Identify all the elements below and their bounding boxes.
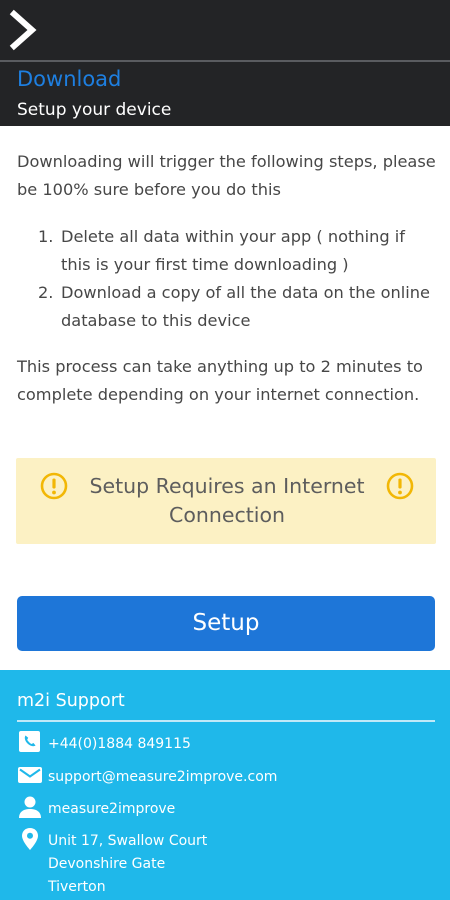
footer-title: m2i Support [17,691,125,711]
map-pin-icon [22,828,38,850]
warning-text: Setup Requires an Internet Connection [89,474,365,527]
process-note: This process can take anything up to 2 m… [17,357,423,404]
support-footer: m2i Support +44(0)1884 849115 support@me… [0,670,450,900]
top-bar [0,0,450,60]
footer-divider [17,720,435,722]
chevron-right-icon[interactable] [8,8,40,52]
list-item: 1. Delete all data within your app ( not… [17,223,437,279]
page-title: Download [17,67,122,91]
envelope-icon [18,767,42,783]
internet-warning: Setup Requires an Internet Connection [16,458,436,544]
address: Unit 17, Swallow Court Devonshire Gate T… [48,830,207,899]
phone-number: +44(0)1884 849115 [48,736,191,752]
intro-text: Downloading will trigger the following s… [17,152,436,199]
step-text: Download a copy of all the data on the o… [61,283,431,330]
exclamation-circle-icon [386,472,414,500]
username: measure2improve [48,801,176,817]
user-icon [19,796,41,818]
step-number: 1. [38,227,54,246]
setup-button[interactable]: Setup [17,596,435,651]
phone-icon [19,731,40,752]
list-item: 2. Download a copy of all the data on th… [17,279,437,335]
step-number: 2. [38,283,54,302]
step-text: Delete all data within your app ( nothin… [61,227,406,274]
email-address: support@measure2improve.com [48,769,278,785]
page-header: Download Setup your device [0,60,450,126]
steps-list: 1. Delete all data within your app ( not… [17,223,437,335]
address-line: Unit 17, Swallow Court [48,833,208,849]
address-line: Tiverton [48,879,106,895]
address-line: Devonshire Gate [48,856,166,872]
instructions: Downloading will trigger the following s… [17,148,437,409]
exclamation-circle-icon [40,472,68,500]
page-subtitle: Setup your device [17,100,172,120]
